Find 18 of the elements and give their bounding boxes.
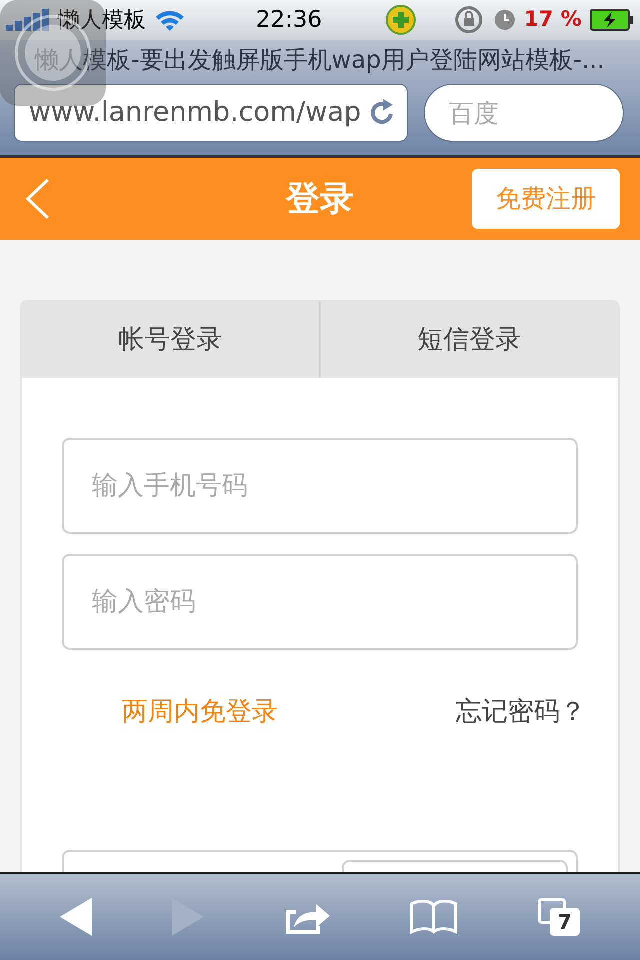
input-field[interactable]: 输入密码 <box>62 554 578 650</box>
signal-icon <box>6 9 50 31</box>
back-arrow-icon[interactable] <box>60 898 92 936</box>
battery-percentage: 17 % <box>524 6 582 34</box>
address-field[interactable]: www.lanrenmb.com/wap <box>14 84 408 142</box>
bookmarks-icon[interactable] <box>410 900 458 934</box>
input-field[interactable]: 输入手机号码 <box>62 438 578 534</box>
back-chevron-icon[interactable] <box>24 178 52 220</box>
page-heading: 登录 <box>286 178 354 220</box>
search-field[interactable]: 百度 <box>424 84 624 142</box>
plus-badge-icon <box>386 5 416 35</box>
forgot-password-link[interactable]: 忘记密码？ <box>456 692 586 732</box>
battery-charging-icon <box>590 9 634 31</box>
alarm-clock-icon <box>494 9 516 31</box>
carrier-name: 懒人模板 <box>58 6 146 34</box>
status-time: 22:36 <box>256 6 322 35</box>
login-tab[interactable]: 短信登录 <box>319 302 618 378</box>
login-tab[interactable]: 帐号登录 <box>22 302 319 378</box>
